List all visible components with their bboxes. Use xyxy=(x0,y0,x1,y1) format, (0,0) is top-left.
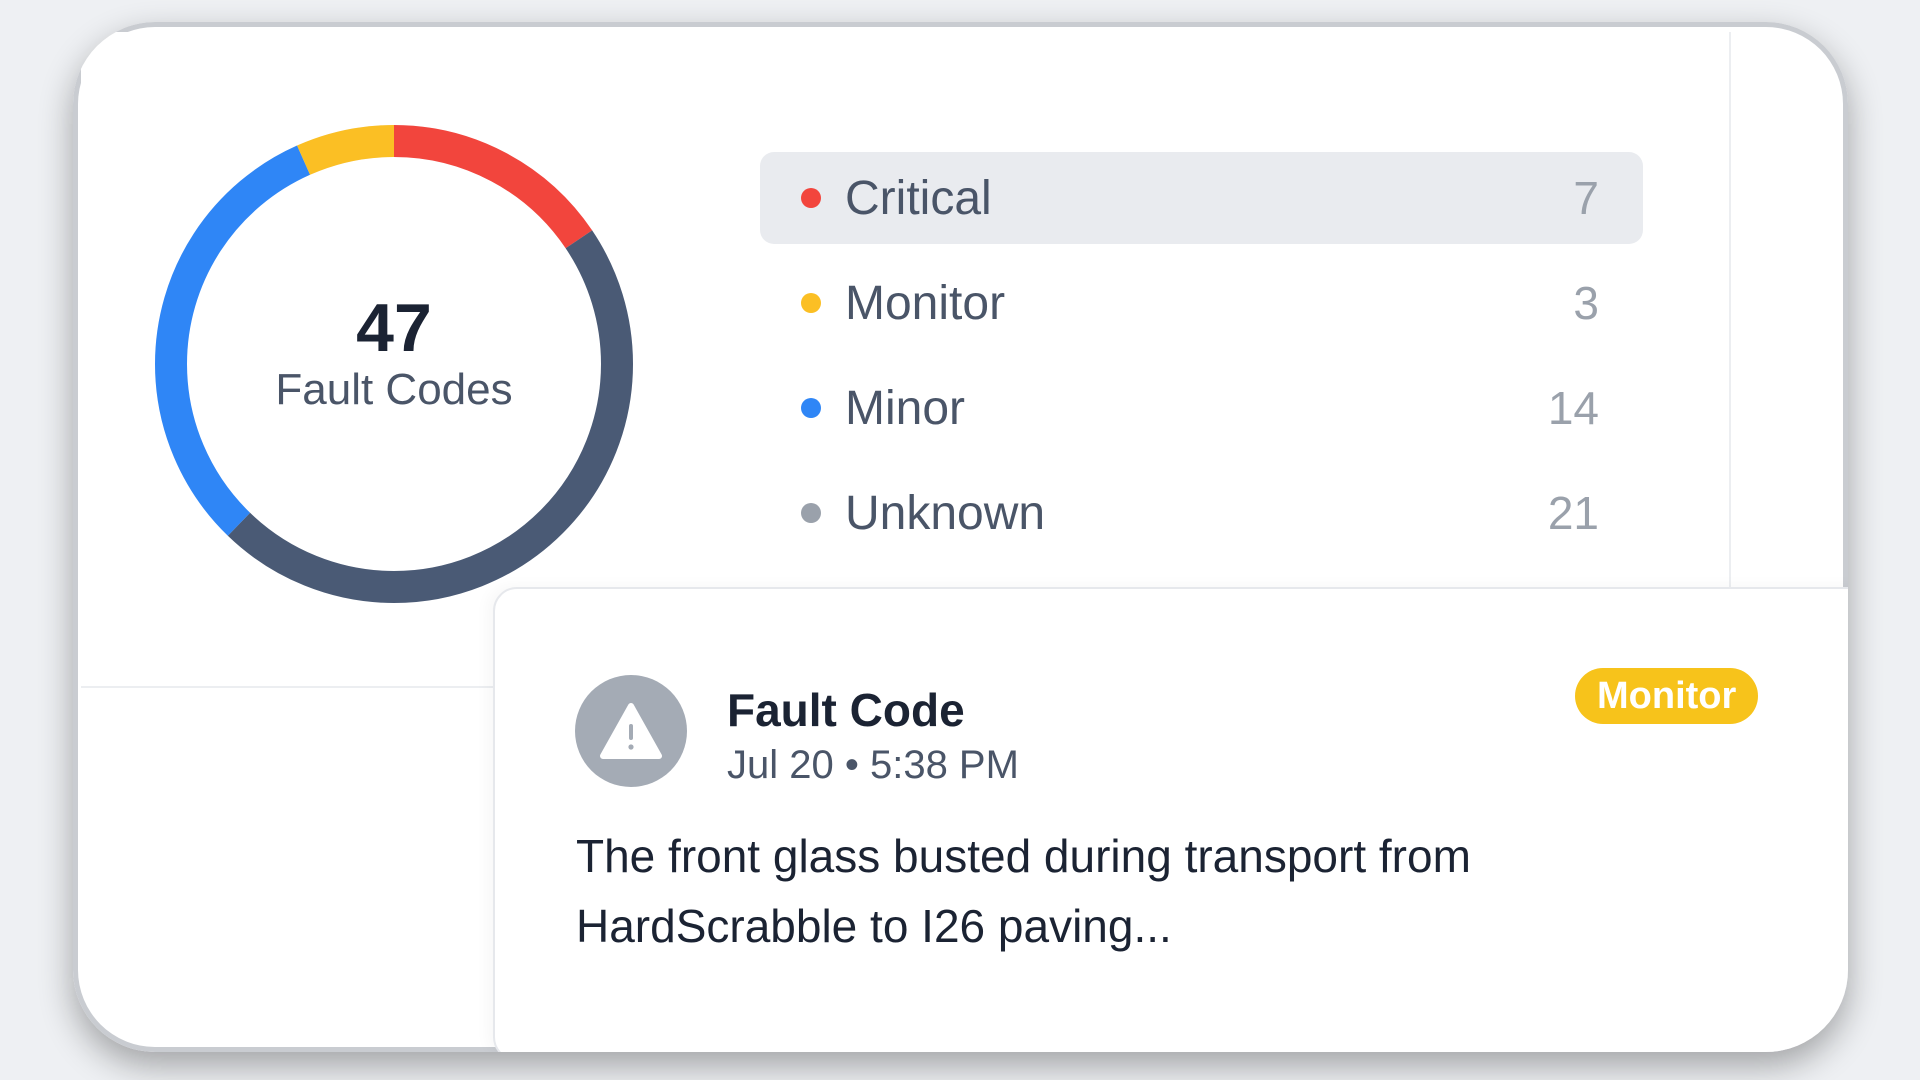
legend-count: 14 xyxy=(1547,382,1599,434)
legend-label: Critical xyxy=(845,171,992,225)
warning-triangle-icon xyxy=(600,703,662,759)
legend-item-critical[interactable]: Critical 7 xyxy=(760,152,1643,244)
legend-item-unknown[interactable]: Unknown 21 xyxy=(760,467,1643,559)
fault-detail-card[interactable]: Fault Code Jul 20 • 5:38 PM Monitor The … xyxy=(493,587,1848,1052)
legend-count: 3 xyxy=(1573,277,1599,329)
unknown-dot-icon xyxy=(801,503,821,523)
legend-label: Monitor xyxy=(845,276,1006,330)
avatar xyxy=(575,675,687,787)
fault-donut-chart[interactable]: 47 Fault Codes xyxy=(149,119,639,609)
critical-dot-icon xyxy=(801,188,821,208)
card-description: The front glass busted during transport … xyxy=(576,830,1471,952)
fault-legend: Critical 7 Monitor 3 Minor 14 Unknown 21 xyxy=(760,152,1643,572)
legend-label: Minor xyxy=(845,381,966,435)
donut-center: 47 Fault Codes xyxy=(149,119,639,609)
monitor-dot-icon xyxy=(801,293,821,313)
status-badge: Monitor xyxy=(1575,668,1759,724)
card-timestamp: Jul 20 • 5:38 PM xyxy=(727,743,1019,787)
legend-item-minor[interactable]: Minor 14 xyxy=(760,362,1643,454)
legend-count: 7 xyxy=(1573,172,1599,224)
widget-frame: 47 Fault Codes Critical 7 Monitor 3 Mino… xyxy=(73,22,1848,1052)
legend-count: 21 xyxy=(1547,487,1599,539)
card-title: Fault Code xyxy=(727,684,965,736)
minor-dot-icon xyxy=(801,398,821,418)
legend-item-monitor[interactable]: Monitor 3 xyxy=(760,257,1643,349)
fault-total: 47 xyxy=(356,290,432,366)
fault-total-label: Fault Codes xyxy=(275,365,513,414)
legend-label: Unknown xyxy=(845,486,1046,540)
